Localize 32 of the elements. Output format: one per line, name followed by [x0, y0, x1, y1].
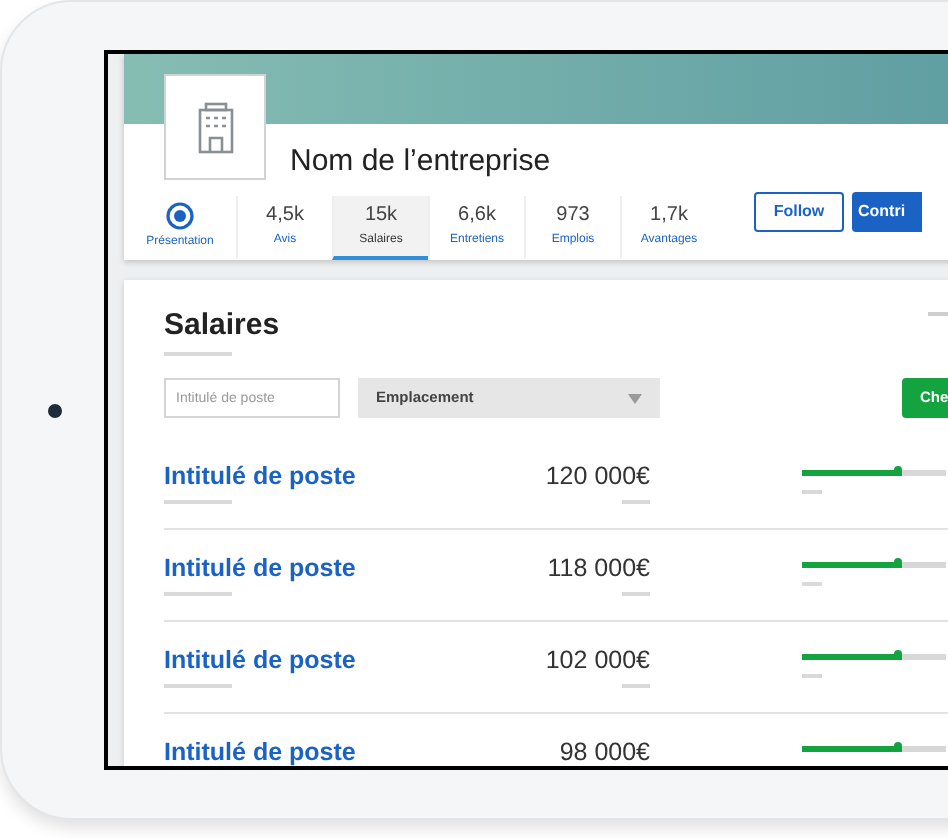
- salary-amount: 120 000€: [545, 460, 650, 492]
- skeleton-line: [164, 352, 232, 356]
- salary-amount: 98 000€: [559, 736, 650, 766]
- job-title-link[interactable]: Intitulé de poste: [164, 552, 504, 584]
- contribute-button[interactable]: Contri: [852, 192, 922, 232]
- company-name: Nom de l’entreprise: [290, 142, 551, 180]
- building-icon: [197, 101, 233, 153]
- home-button[interactable]: [48, 404, 62, 418]
- skeleton-line: [622, 500, 650, 504]
- job-title-link[interactable]: Intitulé de poste: [164, 460, 504, 492]
- range-marker-icon: [894, 466, 903, 476]
- tab-count: 4,5k: [266, 202, 304, 228]
- range-marker-icon: [894, 650, 903, 660]
- range-marker-icon: [894, 558, 903, 568]
- target-icon: [166, 201, 194, 229]
- job-title-link[interactable]: Intitulé de poste: [164, 736, 504, 766]
- skeleton-line: [164, 684, 232, 688]
- skeleton-line: [622, 592, 650, 596]
- range-marker-icon: [894, 742, 903, 752]
- tab-count: 1,7k: [650, 202, 688, 228]
- tab-count: 973: [556, 202, 590, 228]
- skeleton-line: [622, 684, 650, 688]
- section-title: Salaires: [164, 308, 280, 344]
- salary-amount: 102 000€: [545, 644, 650, 676]
- job-title-link[interactable]: Intitulé de poste: [164, 644, 504, 676]
- caret-icon: [628, 393, 642, 403]
- skeleton-line: [164, 592, 232, 596]
- follow-button[interactable]: Follow: [754, 192, 844, 232]
- tab-count: 15k: [364, 202, 398, 228]
- salary-amount: 118 000€: [547, 552, 650, 584]
- skeleton-line: [164, 500, 232, 504]
- tab-count: 6,6k: [458, 202, 496, 228]
